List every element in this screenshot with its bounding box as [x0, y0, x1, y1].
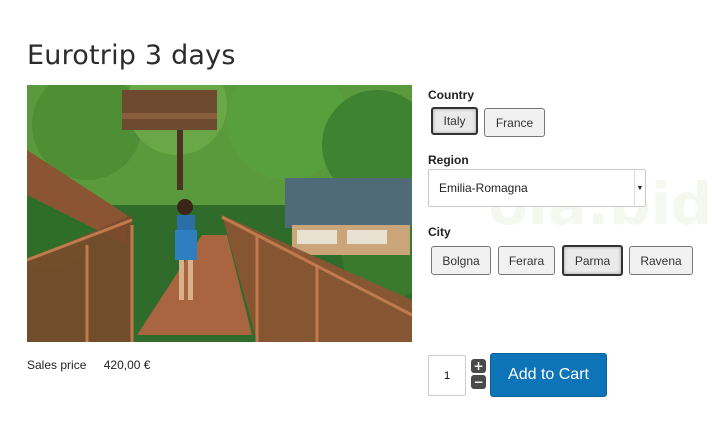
country-option-italy[interactable]: Italy	[431, 107, 478, 135]
price-row: Sales price 420,00 €	[27, 358, 150, 372]
plus-icon[interactable]: +	[471, 359, 486, 373]
minus-icon[interactable]: −	[471, 375, 486, 389]
price-amount: 420,00 €	[103, 358, 151, 372]
city-option-bolgna[interactable]: Bolgna	[431, 246, 491, 275]
chevron-down-icon[interactable]: ▼	[634, 170, 645, 206]
city-option-ravena[interactable]: Ravena	[629, 246, 693, 275]
region-select-value: Emilia-Romagna	[439, 181, 528, 195]
country-option-france[interactable]: France	[484, 108, 545, 137]
price-label: Sales price	[27, 358, 87, 372]
add-to-cart-button[interactable]: Add to Cart	[490, 353, 607, 397]
page-title: Eurotrip 3 days	[27, 40, 236, 71]
city-option-parma[interactable]: Parma	[562, 245, 623, 276]
city-option-ferara[interactable]: Ferara	[498, 246, 555, 275]
country-label: Country	[428, 88, 474, 102]
city-label: City	[428, 225, 451, 239]
product-image	[27, 85, 412, 342]
region-label: Region	[428, 153, 469, 167]
region-select[interactable]: Emilia-Romagna ▼	[428, 169, 646, 207]
quantity-input[interactable]	[428, 355, 466, 396]
